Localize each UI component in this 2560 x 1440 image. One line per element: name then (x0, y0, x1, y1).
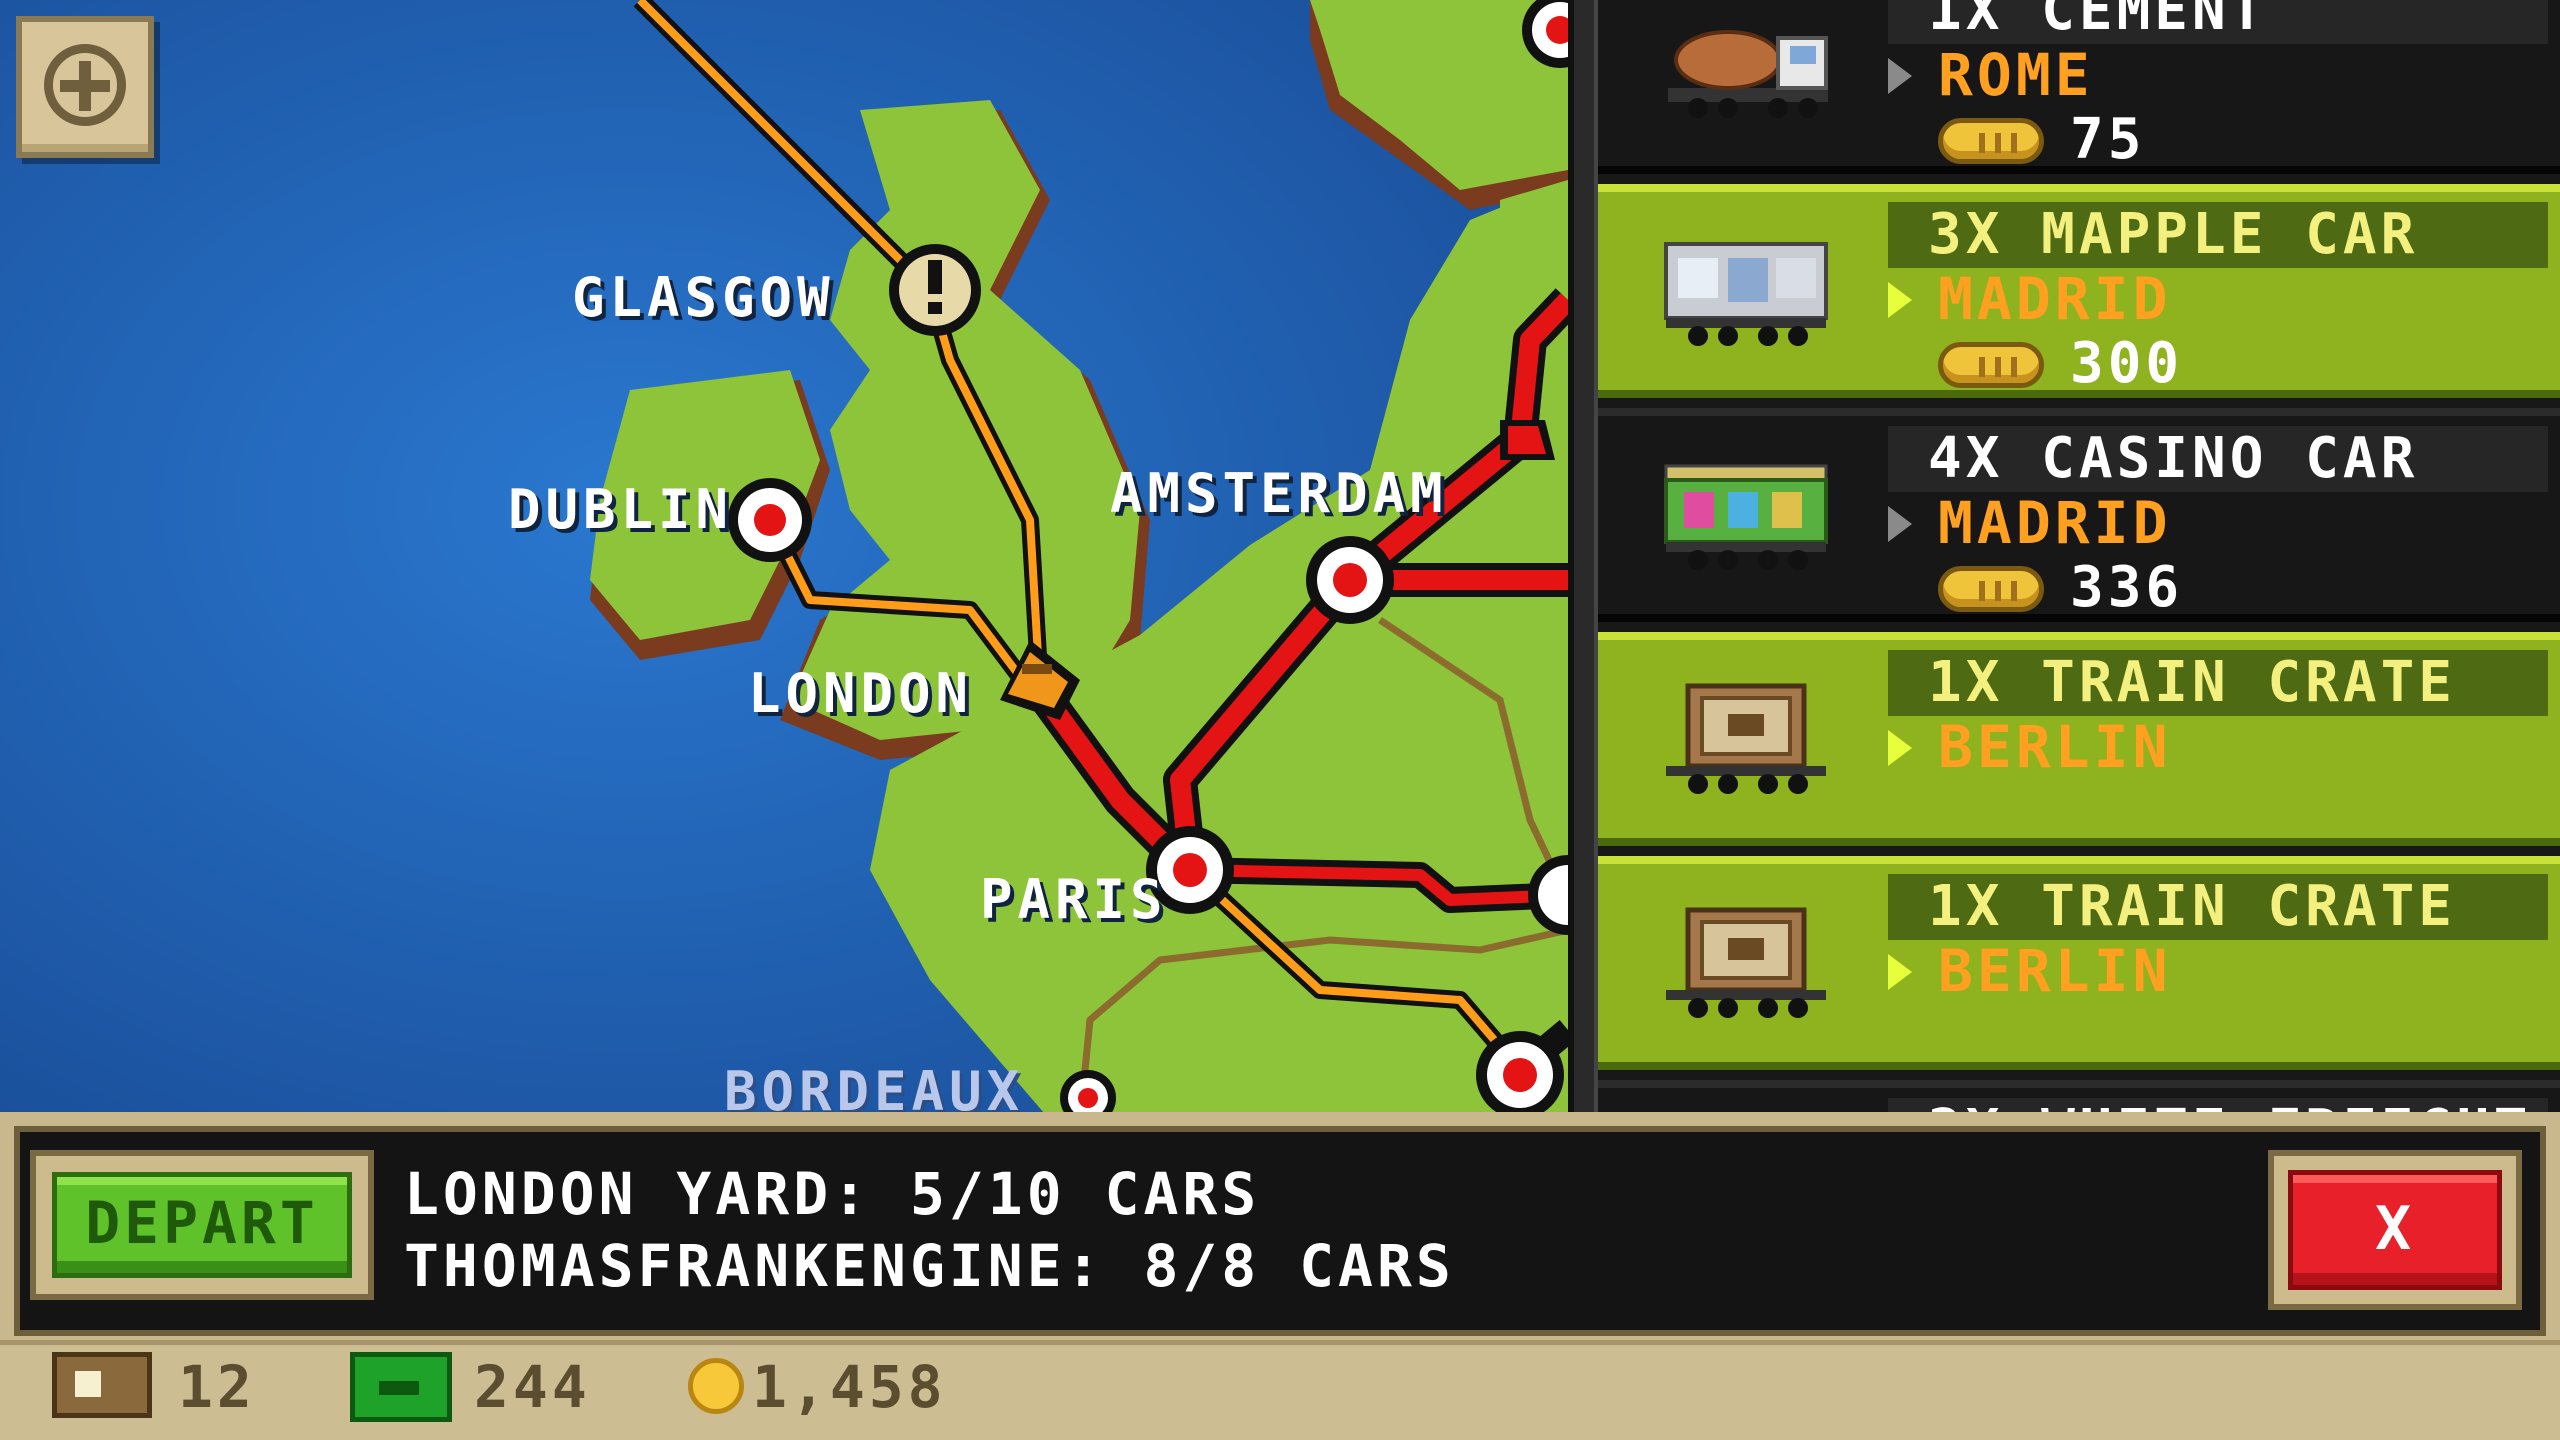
depart-button[interactable]: DEPART (30, 1150, 374, 1300)
cargo-item[interactable]: 3X MAPPLE CAR MADRID 300 (1598, 184, 2560, 398)
cargo-destination: BERLIN (1938, 937, 2172, 1005)
coin-icon (688, 1358, 744, 1414)
cargo-quantity: 4X CASINO CAR (1888, 426, 2548, 492)
cargo-destination: MADRID (1938, 489, 2172, 557)
coin-stack-icon (1938, 118, 2044, 164)
city-label-paris: PARIS (980, 868, 1168, 931)
cargo-item[interactable]: 1X CEMENT ROME 75 (1598, 0, 2560, 174)
station-south[interactable] (1476, 1031, 1564, 1119)
cargo-destination: ROME (1938, 41, 2094, 109)
yard-capacity: LONDON YARD: 5/10 CARS (404, 1160, 1261, 1228)
cargo-price-value: 300 (2070, 331, 2184, 396)
cargo-list[interactable]: 1X CEMENT ROME 75 3X MAPPLE CAR MADRID 3… (1598, 0, 2560, 1120)
cargo-price-value: 75 (2070, 107, 2146, 172)
arrow-right-icon (1888, 282, 1912, 318)
city-label-london: LONDON (748, 662, 974, 725)
cargo-price-value: 336 (2070, 555, 2184, 620)
arrow-right-icon (1888, 58, 1912, 94)
station-dublin[interactable] (728, 478, 812, 562)
cargo-item[interactable]: 1X TRAIN CRATE BERLIN (1598, 632, 2560, 846)
train-crate-icon (1666, 907, 1826, 1018)
city-label-amsterdam: AMSTERDAM (1110, 462, 1448, 525)
arrow-right-icon (1888, 730, 1912, 766)
mapple-car-icon (1664, 242, 1828, 346)
cargo-quantity: 1X TRAIN CRATE (1888, 874, 2548, 940)
cement-mixer-car-icon (1668, 30, 1828, 118)
world-map[interactable]: GLASGOW DUBLIN AMSTERDAM LONDON PARIS BO… (0, 0, 1568, 1120)
coin-stack-icon (1938, 566, 2044, 612)
cargo-destination: MADRID (1938, 265, 2172, 333)
crate-icon (52, 1352, 152, 1418)
map-canvas (0, 0, 1568, 1120)
engine-capacity: THOMASFRANKENGINE: 8/8 CARS (404, 1232, 1455, 1300)
coin-stack-icon (1938, 342, 2044, 388)
train-info-panel (14, 1126, 2546, 1336)
station-glasgow-alert[interactable] (889, 244, 981, 336)
cargo-quantity: 1X CEMENT (1888, 0, 2548, 44)
cargo-destination: BERLIN (1938, 713, 2172, 781)
crate-count: 12 (178, 1353, 256, 1421)
cargo-quantity: 1X TRAIN CRATE (1888, 650, 2548, 716)
city-label-dublin: DUBLIN (508, 478, 734, 541)
cash-count: 244 (474, 1353, 591, 1421)
station-amsterdam[interactable] (1306, 536, 1394, 624)
panel-divider (1568, 0, 1598, 1120)
close-button[interactable]: X (2268, 1150, 2522, 1310)
city-label-bordeaux: BORDEAUX (724, 1060, 1025, 1120)
cargo-item[interactable]: 1X TRAIN CRATE BERLIN (1598, 856, 2560, 1070)
close-icon: X (2288, 1170, 2502, 1290)
cargo-item[interactable]: 4X CASINO CAR MADRID 336 (1598, 408, 2560, 622)
arrow-right-icon (1888, 506, 1912, 542)
coin-count: 1,458 (752, 1353, 947, 1421)
train-crate-icon (1666, 683, 1826, 794)
depart-button-label: DEPART (52, 1172, 352, 1278)
zoom-in-button[interactable] (16, 16, 154, 158)
arrow-right-icon (1888, 954, 1912, 990)
cargo-quantity: 3X MAPPLE CAR (1888, 202, 2548, 268)
city-label-glasgow: GLASGOW (572, 266, 835, 329)
cash-icon (350, 1352, 452, 1422)
casino-car-icon (1664, 464, 1828, 570)
